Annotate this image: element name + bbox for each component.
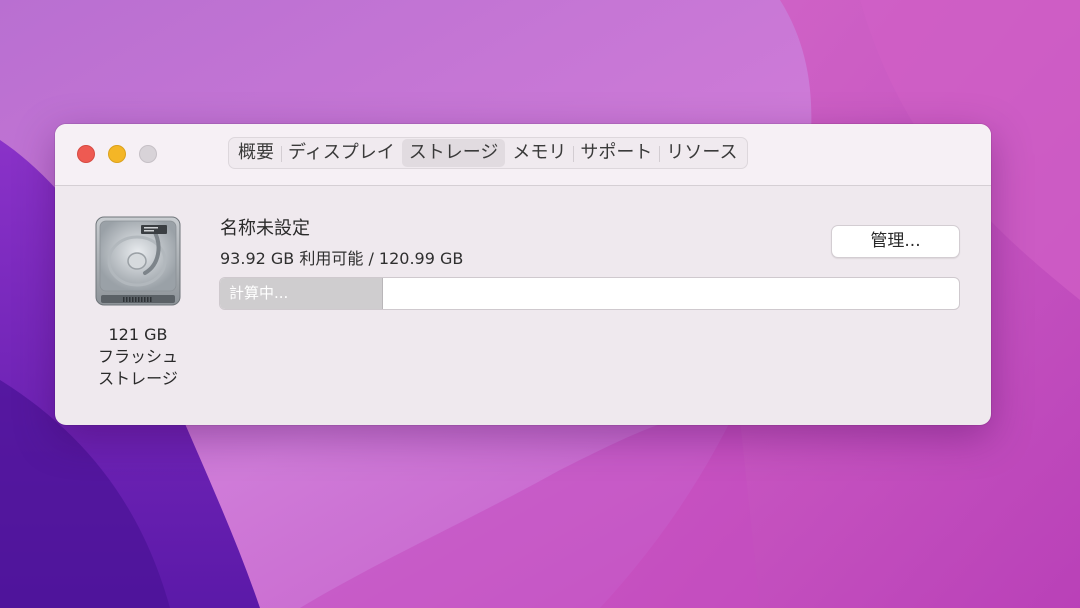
tab-bar: 概要 ディスプレイ ストレージ メモリ サポート リソース bbox=[228, 137, 748, 169]
storage-usage-bar: 計算中... bbox=[219, 277, 960, 310]
tab-overview[interactable]: 概要 bbox=[231, 139, 281, 167]
zoom-button bbox=[139, 145, 157, 163]
close-button[interactable] bbox=[77, 145, 95, 163]
volume-name: 名称未設定 bbox=[220, 218, 310, 239]
volume-availability: 93.92 GB 利用可能 / 120.99 GB bbox=[220, 249, 464, 268]
about-this-mac-window: 概要 ディスプレイ ストレージ メモリ サポート リソース 121 GB フラッ… bbox=[55, 124, 991, 425]
storage-usage-label: 計算中... bbox=[229, 284, 289, 302]
tab-resources[interactable]: リソース bbox=[659, 139, 744, 167]
hard-drive-icon bbox=[95, 216, 181, 306]
tab-displays[interactable]: ディスプレイ bbox=[281, 139, 402, 167]
tab-support[interactable]: サポート bbox=[573, 139, 659, 167]
disk-type-line1: フラッシュ bbox=[97, 347, 178, 366]
tab-storage[interactable]: ストレージ bbox=[401, 139, 506, 167]
disk-caption: 121 GB フラッシュ ストレージ bbox=[73, 324, 203, 390]
minimize-button[interactable] bbox=[108, 145, 126, 163]
tab-memory[interactable]: メモリ bbox=[505, 139, 573, 167]
manage-button[interactable]: 管理... bbox=[831, 225, 960, 258]
storage-usage-fill: 計算中... bbox=[220, 278, 383, 309]
window-titlebar: 概要 ディスプレイ ストレージ メモリ サポート リソース bbox=[55, 124, 991, 186]
disk-capacity: 121 GB bbox=[108, 325, 168, 344]
disk-type-line2: ストレージ bbox=[98, 369, 178, 388]
